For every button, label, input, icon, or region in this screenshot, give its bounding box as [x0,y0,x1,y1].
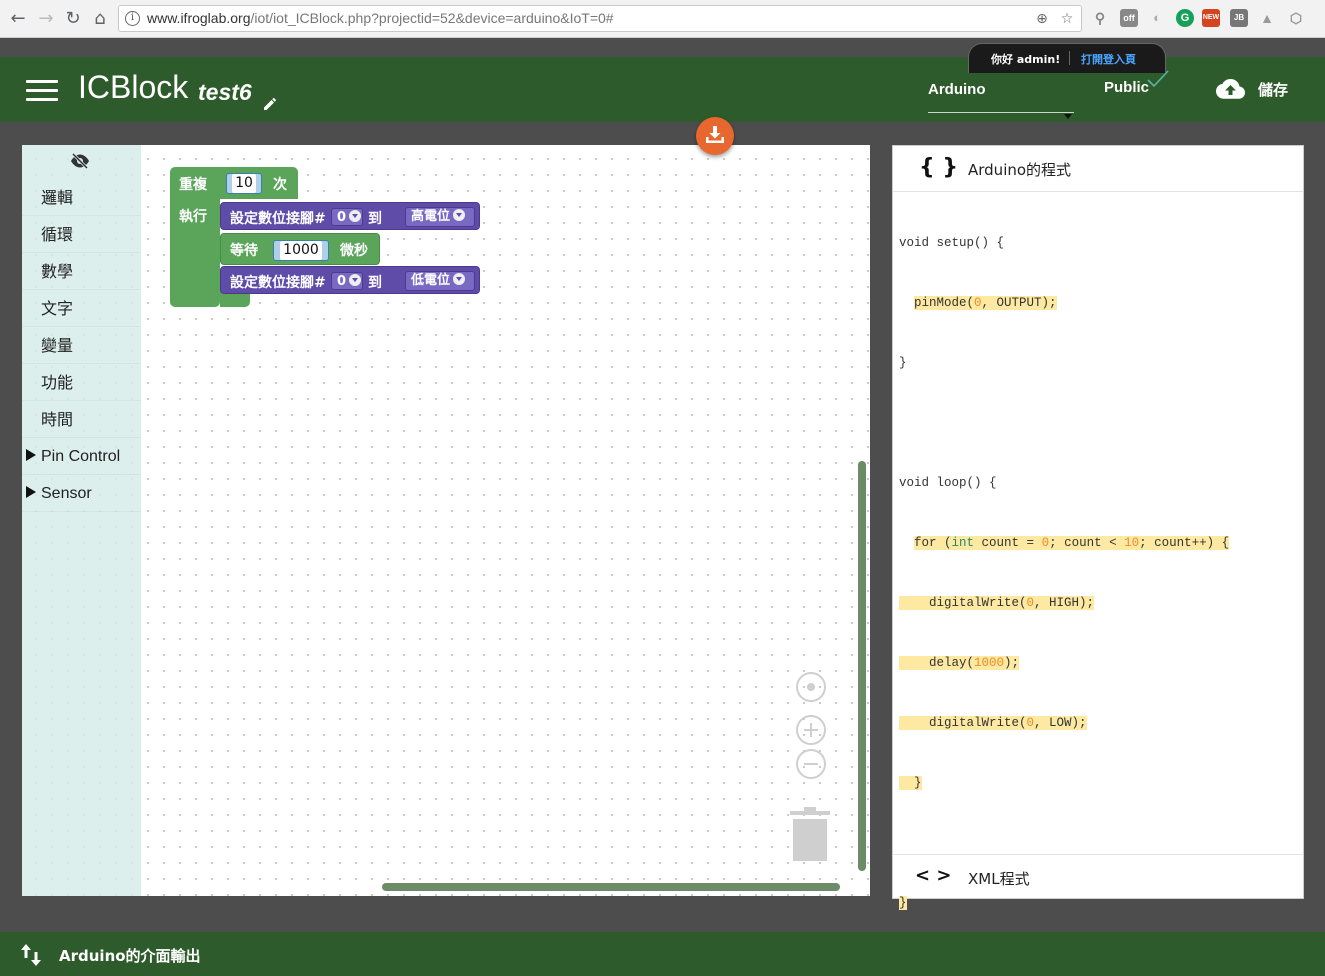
code-panel: { } Arduino的程式 void setup() { pinMode(0,… [892,145,1304,910]
divider [1069,51,1070,65]
toolbox-pin-control[interactable]: Pin Control [22,438,141,475]
pin-dropdown[interactable]: 0 [331,272,363,290]
drive-extension-icon[interactable]: ▲ [1258,9,1276,27]
trash-icon[interactable] [790,807,830,862]
repeat-block[interactable]: 重複 10 次 [170,167,298,199]
level-dropdown-low[interactable]: 低電位 [405,271,475,291]
cloud-upload-icon[interactable] [1214,77,1246,101]
do-label: 執行 [179,209,207,225]
hide-toolbox-eye-icon[interactable] [70,153,90,169]
toolbox: 邏輯 循環 數學 文字 變量 功能 時間 Pin Control Sensor [22,145,141,896]
visibility-toggle[interactable]: Public [1104,79,1149,96]
back-icon[interactable]: ← [6,7,30,31]
output-bar[interactable]: Arduino的介面輸出 [0,932,1325,976]
expand-triangle-icon [26,448,36,461]
zoom-in-icon[interactable] [796,715,826,745]
jb-extension-icon[interactable]: JB [1230,9,1248,27]
level-dropdown-high[interactable]: 高電位 [405,207,475,227]
device-select[interactable]: Arduino [928,79,1074,119]
app-title: ICBlock [78,69,189,105]
forward-icon[interactable]: → [34,7,58,31]
up-down-arrows-icon [21,944,41,966]
download-button[interactable] [696,117,734,155]
hamburger-menu-icon[interactable] [26,80,58,102]
set-pin-label: 設定數位接腳# [230,211,326,227]
code-panel-header[interactable]: { } Arduino的程式 [893,146,1303,192]
repeat-block-body[interactable]: 執行 [170,199,220,307]
extension-icon[interactable]: ◐ [1148,9,1166,27]
download-icon [706,126,724,143]
set-digital-pin-high-block[interactable]: 設定數位接腳# 0 到 高電位 [220,202,480,230]
zoom-out-icon[interactable] [796,749,826,779]
pin-dropdown[interactable]: 0 [331,208,363,226]
toolbox-text[interactable]: 文字 [22,290,141,327]
translate-icon[interactable]: ⊕ [1034,11,1050,27]
expand-triangle-icon [26,485,36,498]
arduino-code: void setup() { pinMode(0, OUTPUT); } voi… [899,236,1230,910]
xml-code-icon: < > [915,865,952,886]
chevron-down-icon [453,209,466,221]
xml-panel-header[interactable]: < > XML程式 [893,854,1303,898]
code-panel-title: Arduino的程式 [968,161,1072,179]
site-info-icon[interactable]: i [125,11,140,26]
vertical-scrollbar[interactable] [858,461,866,871]
address-bar[interactable]: i www.ifroglab.org/iot/iot_ICBlock.php?p… [118,5,1082,32]
repeat-count-field[interactable]: 10 [226,173,262,194]
xml-panel-title: XML程式 [968,870,1030,888]
to-label: 到 [368,211,382,227]
horizontal-scrollbar[interactable] [382,883,840,891]
recenter-icon[interactable] [796,672,826,702]
chevron-down-icon [349,210,362,222]
grammarly-icon[interactable]: G [1176,9,1194,27]
block-workspace[interactable]: 邏輯 循環 數學 文字 變量 功能 時間 Pin Control Sensor … [22,145,870,896]
edit-pencil-icon[interactable] [262,95,278,111]
toolbox-math[interactable]: 數學 [22,253,141,290]
toolbox-variables[interactable]: 變量 [22,327,141,364]
toolbox-logic[interactable]: 邏輯 [22,179,141,216]
bookmark-star-icon[interactable]: ☆ [1059,11,1075,27]
save-button[interactable]: 儲存 [1258,79,1288,100]
toolbox-sensor[interactable]: Sensor [22,475,141,512]
wait-block[interactable]: 等待 1000 微秒 [220,233,380,265]
cube-extension-icon[interactable]: ⬡ [1287,9,1305,27]
home-icon[interactable]: ⌂ [88,7,112,31]
repeat-suffix: 次 [273,177,287,193]
toolbox-time[interactable]: 時間 [22,401,141,438]
set-digital-pin-low-block[interactable]: 設定數位接腳# 0 到 低電位 [220,266,480,294]
device-select-value: Arduino [928,81,986,98]
chevron-down-icon [349,274,362,286]
category-label: Sensor [41,485,92,502]
set-pin-label: 設定數位接腳# [230,275,326,291]
category-label: Pin Control [41,448,121,465]
user-tab: 你好 admin! 打開登入頁 [968,43,1166,73]
to-label: 到 [368,275,382,291]
code-braces-icon: { } [919,155,958,180]
output-bar-label: Arduino的介面輸出 [59,947,201,965]
chevron-down-icon [1064,114,1072,119]
url-text: www.ifroglab.org/iot/iot_ICBlock.php?pro… [147,10,614,26]
toolbox-functions[interactable]: 功能 [22,364,141,401]
ms-label: 微秒 [340,243,368,259]
login-link[interactable]: 打開登入頁 [1081,51,1136,67]
wait-value-field[interactable]: 1000 [273,240,329,261]
user-greeting: 你好 admin! [991,53,1061,66]
reload-icon[interactable]: ↻ [61,7,85,31]
search-extension-icon[interactable]: ⚲ [1091,9,1109,27]
browser-toolbar: ← → ↻ ⌂ i www.ifroglab.org/iot/iot_ICBlo… [0,0,1325,38]
new-extension-icon[interactable]: NEW [1202,9,1220,27]
chevron-down-icon [453,273,466,285]
project-name: test6 [198,79,252,105]
wait-label: 等待 [230,243,258,259]
repeat-label: 重複 [179,177,207,193]
off-extension-icon[interactable]: off [1120,9,1138,27]
toolbox-loops[interactable]: 循環 [22,216,141,253]
